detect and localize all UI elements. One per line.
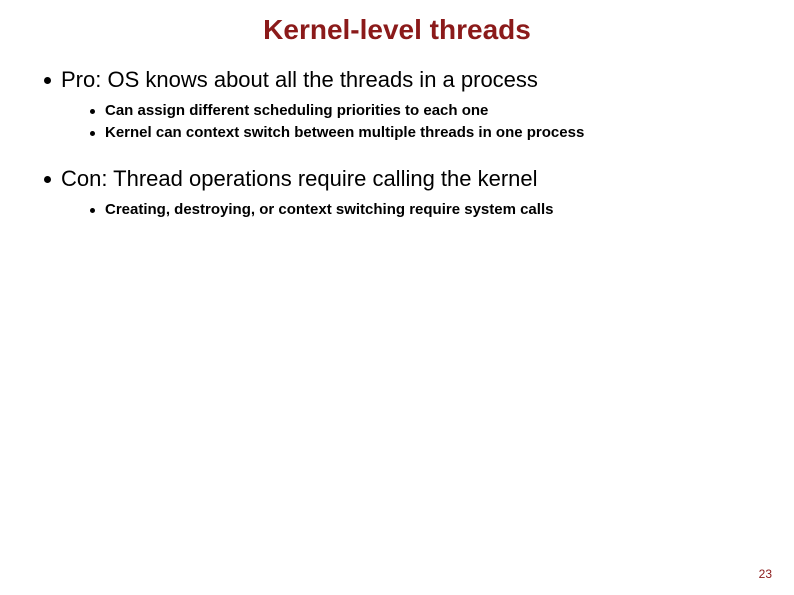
bullet-icon	[90, 109, 95, 114]
bullet-text: Pro: OS knows about all the threads in a…	[61, 66, 538, 95]
bullet-level1: Pro: OS knows about all the threads in a…	[44, 66, 754, 95]
bullet-level2: Can assign different scheduling prioriti…	[90, 101, 754, 121]
bullet-icon	[44, 77, 51, 84]
page-number: 23	[759, 567, 772, 581]
sub-bullet-text: Creating, destroying, or context switchi…	[105, 200, 553, 220]
sub-bullet-text: Kernel can context switch between multip…	[105, 123, 584, 143]
sub-bullet-text: Can assign different scheduling prioriti…	[105, 101, 488, 121]
slide-content: Pro: OS knows about all the threads in a…	[40, 66, 754, 220]
bullet-icon	[44, 176, 51, 183]
bullet-text: Con: Thread operations require calling t…	[61, 165, 538, 194]
bullet-level2: Kernel can context switch between multip…	[90, 123, 754, 143]
sub-bullet-list: Creating, destroying, or context switchi…	[44, 200, 754, 220]
bullet-level2: Creating, destroying, or context switchi…	[90, 200, 754, 220]
bullet-level1: Con: Thread operations require calling t…	[44, 165, 754, 194]
slide-title: Kernel-level threads	[40, 14, 754, 46]
bullet-icon	[90, 208, 95, 213]
slide: Kernel-level threads Pro: OS knows about…	[0, 0, 794, 595]
sub-bullet-list: Can assign different scheduling prioriti…	[44, 101, 754, 144]
bullet-icon	[90, 131, 95, 136]
